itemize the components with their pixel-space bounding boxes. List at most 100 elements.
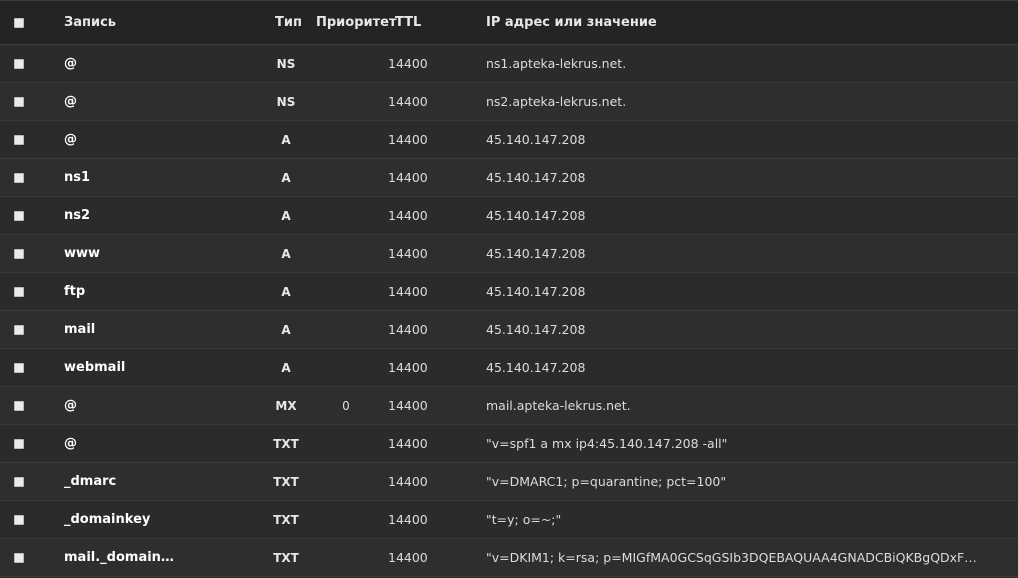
record-priority — [316, 349, 376, 386]
record-ttl: 14400 — [388, 170, 428, 185]
row-select-cell — [14, 83, 28, 120]
record-ttl: 14400 — [388, 56, 428, 71]
record-ttl: 14400 — [388, 512, 428, 527]
record-value: ns1.apteka-lekrus.net. — [486, 56, 627, 71]
record-priority: 0 — [342, 398, 350, 413]
row-checkbox[interactable] — [14, 362, 24, 373]
row-checkbox[interactable] — [14, 552, 24, 563]
record-ttl: 14400 — [388, 360, 428, 375]
table-row-13[interactable]: mail._domain… TXT 14400 "v=DKIM1; k=rsa;… — [0, 539, 1018, 577]
row-checkbox[interactable] — [14, 286, 24, 297]
table-row-4[interactable]: ns2 A 14400 45.140.147.208 — [0, 197, 1018, 235]
row-checkbox[interactable] — [14, 134, 24, 145]
record-value: "t=y; o=~;" — [486, 512, 562, 527]
record-name: ftp — [64, 284, 86, 299]
record-priority — [316, 197, 376, 234]
record-name: _dmarc — [64, 474, 117, 489]
record-value: mail.apteka-lekrus.net. — [486, 398, 631, 413]
record-ttl: 14400 — [388, 284, 428, 299]
row-select-cell — [14, 425, 28, 462]
record-type: A — [281, 208, 291, 223]
table-body: @ NS 14400 ns1.apteka-lekrus.net. @ NS 1… — [0, 45, 1018, 577]
row-select-cell — [14, 463, 28, 500]
record-priority — [316, 273, 376, 310]
record-ttl: 14400 — [388, 550, 428, 565]
record-ttl: 14400 — [388, 436, 428, 451]
column-header-type[interactable]: Тип — [275, 1, 319, 44]
table-row-2[interactable]: @ A 14400 45.140.147.208 — [0, 121, 1018, 159]
row-checkbox[interactable] — [14, 248, 24, 259]
column-header-record[interactable]: Запись — [64, 1, 264, 44]
record-type: TXT — [273, 474, 299, 489]
row-checkbox[interactable] — [14, 324, 24, 335]
record-value: 45.140.147.208 — [486, 284, 586, 299]
row-select-cell — [14, 539, 28, 576]
record-type: NS — [276, 56, 296, 71]
row-checkbox[interactable] — [14, 476, 24, 487]
record-name: @ — [64, 94, 77, 109]
record-name: www — [64, 246, 101, 261]
record-name: @ — [64, 56, 77, 71]
record-ttl: 14400 — [388, 94, 428, 109]
record-priority — [316, 463, 376, 500]
record-priority — [316, 235, 376, 272]
record-type: TXT — [273, 512, 299, 527]
table-row-5[interactable]: www A 14400 45.140.147.208 — [0, 235, 1018, 273]
record-type: A — [281, 322, 291, 337]
record-name: ns2 — [64, 208, 91, 223]
row-checkbox[interactable] — [14, 210, 24, 221]
select-all-checkbox[interactable] — [14, 17, 24, 28]
dns-records-table: Запись Тип Приоритет TTL IP адрес или зн… — [0, 0, 1018, 578]
record-value: 45.140.147.208 — [486, 322, 586, 337]
row-checkbox[interactable] — [14, 172, 24, 183]
record-name: ns1 — [64, 170, 91, 185]
record-type: A — [281, 284, 291, 299]
record-ttl: 14400 — [388, 398, 428, 413]
column-header-value[interactable]: IP адрес или значение — [486, 1, 1006, 44]
record-ttl: 14400 — [388, 246, 428, 261]
record-value: ns2.apteka-lekrus.net. — [486, 94, 627, 109]
record-value: "v=DKIM1; k=rsa; p=MIGfMA0GCSqGSIb3DQEBA… — [486, 550, 977, 565]
row-select-cell — [14, 235, 28, 272]
table-row-8[interactable]: webmail A 14400 45.140.147.208 — [0, 349, 1018, 387]
row-select-cell — [14, 349, 28, 386]
record-value: 45.140.147.208 — [486, 360, 586, 375]
record-type: MX — [275, 398, 297, 413]
record-ttl: 14400 — [388, 474, 428, 489]
record-value: 45.140.147.208 — [486, 208, 586, 223]
row-select-cell — [14, 197, 28, 234]
record-type: NS — [276, 94, 296, 109]
record-priority — [316, 501, 376, 538]
row-checkbox[interactable] — [14, 438, 24, 449]
record-ttl: 14400 — [388, 322, 428, 337]
row-checkbox[interactable] — [14, 58, 24, 69]
record-name: @ — [64, 398, 77, 413]
record-name: @ — [64, 132, 77, 147]
row-select-cell — [14, 159, 28, 196]
table-row-0[interactable]: @ NS 14400 ns1.apteka-lekrus.net. — [0, 45, 1018, 83]
record-priority — [316, 539, 376, 576]
record-name: webmail — [64, 360, 126, 375]
table-row-6[interactable]: ftp A 14400 45.140.147.208 — [0, 273, 1018, 311]
record-type: A — [281, 246, 291, 261]
record-name: mail — [64, 322, 96, 337]
table-row-1[interactable]: @ NS 14400 ns2.apteka-lekrus.net. — [0, 83, 1018, 121]
table-row-7[interactable]: mail A 14400 45.140.147.208 — [0, 311, 1018, 349]
record-type: TXT — [273, 436, 299, 451]
table-row-9[interactable]: @ MX 0 14400 mail.apteka-lekrus.net. — [0, 387, 1018, 425]
record-name: _domainkey — [64, 512, 151, 527]
record-type: A — [281, 132, 291, 147]
table-row-3[interactable]: ns1 A 14400 45.140.147.208 — [0, 159, 1018, 197]
row-checkbox[interactable] — [14, 400, 24, 411]
select-all-cell — [14, 1, 28, 44]
record-priority — [316, 121, 376, 158]
record-priority — [316, 311, 376, 348]
table-row-10[interactable]: @ TXT 14400 "v=spf1 a mx ip4:45.140.147.… — [0, 425, 1018, 463]
row-checkbox[interactable] — [14, 96, 24, 107]
column-header-priority[interactable]: Приоритет — [316, 1, 397, 44]
table-row-12[interactable]: _domainkey TXT 14400 "t=y; o=~;" — [0, 501, 1018, 539]
table-row-11[interactable]: _dmarc TXT 14400 "v=DMARC1; p=quarantine… — [0, 463, 1018, 501]
row-select-cell — [14, 121, 28, 158]
column-header-ttl[interactable]: TTL — [395, 1, 441, 44]
row-checkbox[interactable] — [14, 514, 24, 525]
